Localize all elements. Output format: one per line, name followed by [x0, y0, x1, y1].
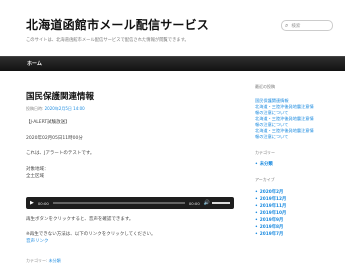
- archive-item[interactable]: • 2019年8月: [255, 224, 340, 231]
- bullet-icon: •: [255, 190, 258, 195]
- volume-icon[interactable]: 🔊: [204, 200, 210, 206]
- recent-posts-title: 最近の投稿: [255, 84, 275, 89]
- sidebar: 最近の投稿 国民保護関連情報 北海道・三陸沖後発地震注意情 報の注意について 北…: [255, 84, 340, 238]
- archive-item-label: 2019年12月: [259, 197, 287, 202]
- post-title[interactable]: 国民保護関連情報: [26, 90, 236, 102]
- recent-post-item[interactable]: 報の注意について: [255, 134, 340, 140]
- archive-item-label: 2019年8月: [259, 225, 284, 230]
- archive-item[interactable]: • 2019年12月: [255, 196, 340, 203]
- audio-progress-bar[interactable]: [52, 202, 185, 204]
- post-header-line: 【J-ALERT試験放送】: [26, 120, 70, 125]
- archives-title: アーカイブ: [255, 177, 275, 182]
- bullet-icon: •: [255, 204, 258, 209]
- area-label: 対象地域：: [26, 167, 49, 172]
- archive-item-label: 2020年2月: [259, 190, 284, 195]
- archive-item[interactable]: • 2019年11月: [255, 203, 340, 210]
- post-date-link[interactable]: 2020年2月5日 14:00: [45, 106, 85, 111]
- archive-item[interactable]: • 2019年7月: [255, 231, 340, 238]
- post-category: カテゴリー: 未分類: [26, 258, 61, 264]
- category-link[interactable]: 未分類: [49, 258, 61, 263]
- post-header: 国民保護関連情報 投稿日時: 2020年2月5日 14:00: [26, 90, 236, 112]
- play-icon[interactable]: ▶: [30, 200, 34, 206]
- post-body-line: これは、Jアラートのテストです。: [26, 151, 95, 156]
- post-meta-prefix: 投稿日時:: [26, 106, 44, 111]
- instruction-text-1: 再生ボタンをクリックすると、音声を確認できます。: [26, 217, 134, 222]
- archive-item-label: 2019年9月: [259, 218, 284, 223]
- audio-current-time: 00:00: [37, 200, 49, 206]
- archive-list: • 2020年2月 • 2019年12月 • 2019年11月 • 2019年10月 •…: [255, 189, 340, 238]
- category-list: • 未分類: [255, 161, 340, 167]
- volume-slider[interactable]: [212, 202, 230, 204]
- search-placeholder: 検索: [291, 23, 301, 29]
- search-icon: ⌕: [285, 21, 289, 29]
- main-navigation: ホーム: [0, 56, 345, 71]
- archive-item-label: 2019年11月: [259, 204, 287, 209]
- archive-item[interactable]: • 2020年2月: [255, 189, 340, 196]
- recent-posts-list: 国民保護関連情報 北海道・三陸沖後発地震注意情 報の注意について 北海道・三陸沖…: [255, 98, 340, 140]
- bullet-icon: •: [255, 197, 258, 202]
- bullet-icon: •: [255, 211, 258, 216]
- audio-duration: 00:00: [188, 200, 200, 206]
- search-input[interactable]: ⌕ 検索: [281, 20, 333, 31]
- archive-item[interactable]: • 2019年10月: [255, 210, 340, 217]
- nav-home-link[interactable]: ホーム: [27, 60, 42, 67]
- area-value: 全土区域: [26, 174, 44, 179]
- archive-item-label: 2019年10月: [259, 211, 287, 216]
- category-prefix: カテゴリー:: [26, 258, 48, 263]
- audio-link[interactable]: 音声リンク: [26, 239, 49, 245]
- bullet-icon: •: [255, 232, 258, 237]
- archive-item-label: 2019年7月: [259, 232, 284, 237]
- site-description: このサイトは、北海道函館市メール配信サービスで配信された情報が閲覧できます。: [26, 38, 189, 43]
- categories-title: カテゴリー: [255, 150, 275, 155]
- instruction-text-2: ※再生できない方法は、以下のリンクをクリックしてください。: [26, 232, 156, 237]
- bullet-icon: •: [255, 218, 258, 223]
- category-item-label: 未分類: [259, 162, 273, 167]
- category-item[interactable]: • 未分類: [255, 161, 340, 167]
- audio-player[interactable]: ▶ 00:00 00:00 🔊: [26, 197, 234, 209]
- archive-item[interactable]: • 2019年9月: [255, 217, 340, 224]
- bullet-icon: •: [255, 162, 258, 167]
- post-date-line: 2020年02月05日11時00分: [26, 136, 83, 141]
- post-meta: 投稿日時: 2020年2月5日 14:00: [26, 106, 236, 112]
- page: 北海道函館市メール配信サービス このサイトは、北海道函館市メール配信サービスで配…: [0, 0, 345, 278]
- bullet-icon: •: [255, 225, 258, 230]
